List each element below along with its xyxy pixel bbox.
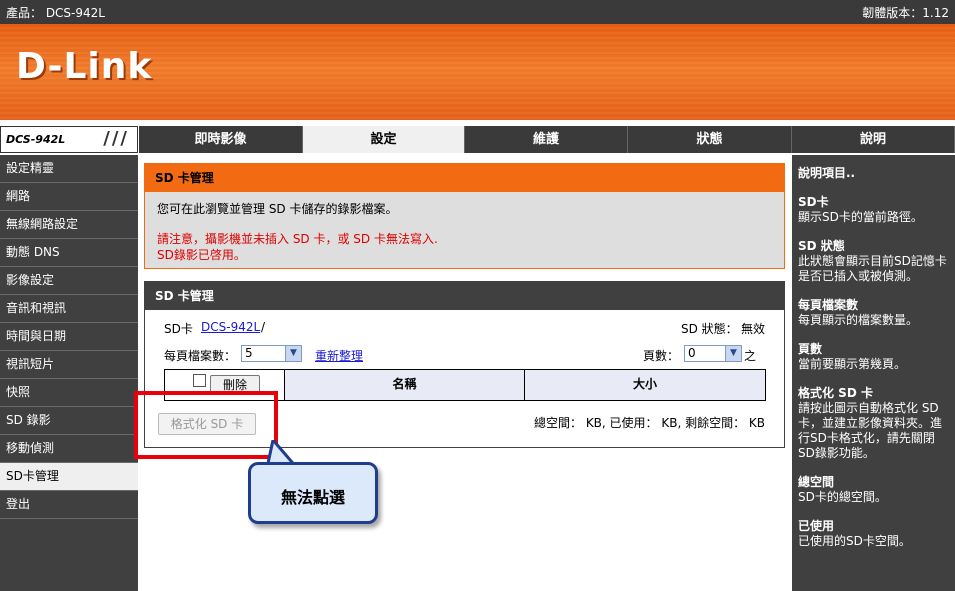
page-suffix: 之	[744, 349, 757, 363]
sd-status-label: SD 狀態：	[681, 322, 738, 336]
help-section: 已使用 已使用的SD卡空間。	[798, 519, 949, 549]
help-section: SD卡 顯示SD卡的當前路徑。	[798, 195, 949, 225]
section-description: 您可在此瀏覽並管理 SD 卡儲存的錄影檔案。	[157, 202, 398, 216]
tab-status[interactable]: 狀態	[628, 126, 792, 153]
per-page-label: 每頁檔案數：	[164, 349, 237, 363]
page-value: 0	[688, 346, 696, 360]
dlink-logo: D-Link	[16, 46, 153, 87]
main-nav: 即時影像 設定 維護 狀態 說明	[139, 126, 955, 153]
chevron-down-icon: ▼	[285, 346, 301, 361]
sidebar-item-motion-detection[interactable]: 移動偵測	[0, 435, 138, 463]
sd-path-link[interactable]: DCS-942L	[201, 320, 260, 334]
callout-text: 無法點選	[280, 488, 345, 507]
help-heading: 格式化 SD 卡	[798, 386, 873, 400]
banner: D-Link	[0, 24, 955, 124]
help-title: 說明項目..	[798, 166, 856, 180]
highlight-box	[134, 391, 278, 459]
help-body: 每頁顯示的檔案數量。	[798, 313, 919, 327]
help-body: 此狀態會顯示目前SD記憶卡是否已插入或被偵測。	[798, 254, 947, 283]
page-select[interactable]: 0 ▼	[684, 345, 742, 362]
help-heading: 每頁檔案數	[798, 298, 859, 312]
refresh-link[interactable]: 重新整理	[315, 347, 363, 364]
sidebar-item-setup-wizard[interactable]: 設定精靈	[0, 155, 138, 183]
top-bar: 產品： DCS-942L 韌體版本：1.12	[0, 0, 955, 24]
help-section: 總空間 SD卡的總空間。	[798, 475, 949, 505]
sidebar-item-video-clip[interactable]: 視訊短片	[0, 351, 138, 379]
main-content: SD 卡管理 您可在此瀏覽並管理 SD 卡儲存的錄影檔案。 請注意，攝影機並未插…	[134, 155, 792, 591]
per-page-value: 5	[245, 346, 253, 360]
help-heading: SD卡	[798, 195, 829, 209]
page-label: 頁數：	[643, 349, 680, 363]
help-body: 已使用的SD卡空間。	[798, 534, 911, 548]
help-body: SD卡的總空間。	[798, 490, 887, 504]
chevron-down-icon: ▼	[725, 346, 741, 361]
column-size: 大小	[525, 370, 765, 400]
sd-path-label: SD卡	[164, 322, 193, 336]
column-name: 名稱	[285, 370, 525, 400]
help-section: SD 狀態 此狀態會顯示目前SD記憶卡是否已插入或被偵測。	[798, 239, 949, 284]
firmware-version: 韌體版本：1.12	[862, 6, 949, 20]
tab-setup[interactable]: 設定	[303, 126, 465, 153]
tab-maintenance[interactable]: 維護	[465, 126, 628, 153]
sidebar-item-time-date[interactable]: 時間與日期	[0, 323, 138, 351]
sd-path-separator: /	[261, 320, 266, 334]
model-box: DCS-942L ///	[0, 126, 138, 153]
sd-status-value: 無效	[741, 322, 766, 336]
select-all-checkbox[interactable]	[193, 374, 206, 387]
page-root: 產品： DCS-942L 韌體版本：1.12 D-Link DCS-942L /…	[0, 0, 955, 591]
sidebar-item-network[interactable]: 網路	[0, 183, 138, 211]
sidebar-item-wireless[interactable]: 無線網路設定	[0, 211, 138, 239]
sidebar-item-sd-management[interactable]: SD卡管理	[0, 463, 138, 491]
help-heading: SD 狀態	[798, 239, 845, 253]
warning-no-sd: 請注意，攝影機並未插入 SD 卡，或 SD 卡無法寫入.	[157, 232, 438, 246]
help-heading: 已使用	[798, 519, 835, 533]
help-body: 當前要顯示第幾頁。	[798, 357, 907, 371]
model-label: DCS-942L	[6, 133, 66, 146]
sidebar-item-logout[interactable]: 登出	[0, 491, 138, 519]
help-heading: 總空間	[798, 475, 835, 489]
help-body: 請按此圖示自動格式化 SD 卡，並建立影像資料夾。進行SD卡格式化，請先關閉SD…	[798, 401, 943, 460]
section-title: SD 卡管理	[145, 164, 784, 192]
per-page-select[interactable]: 5 ▼	[241, 345, 302, 362]
slashes-decoration: ///	[103, 128, 129, 149]
help-section: 頁數 當前要顯示第幾頁。	[798, 342, 949, 372]
callout: 無法點選	[248, 462, 378, 524]
sd-info-box: SD 卡管理 您可在此瀏覽並管理 SD 卡儲存的錄影檔案。 請注意，攝影機並未插…	[144, 163, 785, 269]
sidebar-item-snapshot[interactable]: 快照	[0, 379, 138, 407]
sidebar-item-image-setup[interactable]: 影像設定	[0, 267, 138, 295]
banner-separator	[0, 120, 955, 124]
help-panel: 說明項目.. SD卡 顯示SD卡的當前路徑。 SD 狀態 此狀態會顯示目前SD記…	[792, 155, 955, 591]
warning-recording-enabled: SD錄影已啓用。	[157, 248, 246, 262]
help-heading: 頁數	[798, 342, 823, 356]
help-body: 顯示SD卡的當前路徑。	[798, 210, 923, 224]
section-title: SD 卡管理	[145, 282, 784, 310]
sidebar-item-audio-video[interactable]: 音訊和視訊	[0, 295, 138, 323]
product-label: 產品： DCS-942L	[6, 6, 105, 20]
sidebar-item-sd-recording[interactable]: SD 錄影	[0, 407, 138, 435]
help-section: 格式化 SD 卡 請按此圖示自動格式化 SD 卡，並建立影像資料夾。進行SD卡格…	[798, 386, 949, 461]
help-section: 每頁檔案數 每頁顯示的檔案數量。	[798, 298, 949, 328]
tab-live-video[interactable]: 即時影像	[139, 126, 303, 153]
sidebar-item-ddns[interactable]: 動態 DNS	[0, 239, 138, 267]
space-info: 總空間： KB, 已使用： KB, 剩餘空間： KB	[534, 416, 766, 430]
sidebar: 設定精靈 網路 無線網路設定 動態 DNS 影像設定 音訊和視訊 時間與日期 視…	[0, 155, 138, 591]
tab-help[interactable]: 說明	[792, 126, 955, 153]
